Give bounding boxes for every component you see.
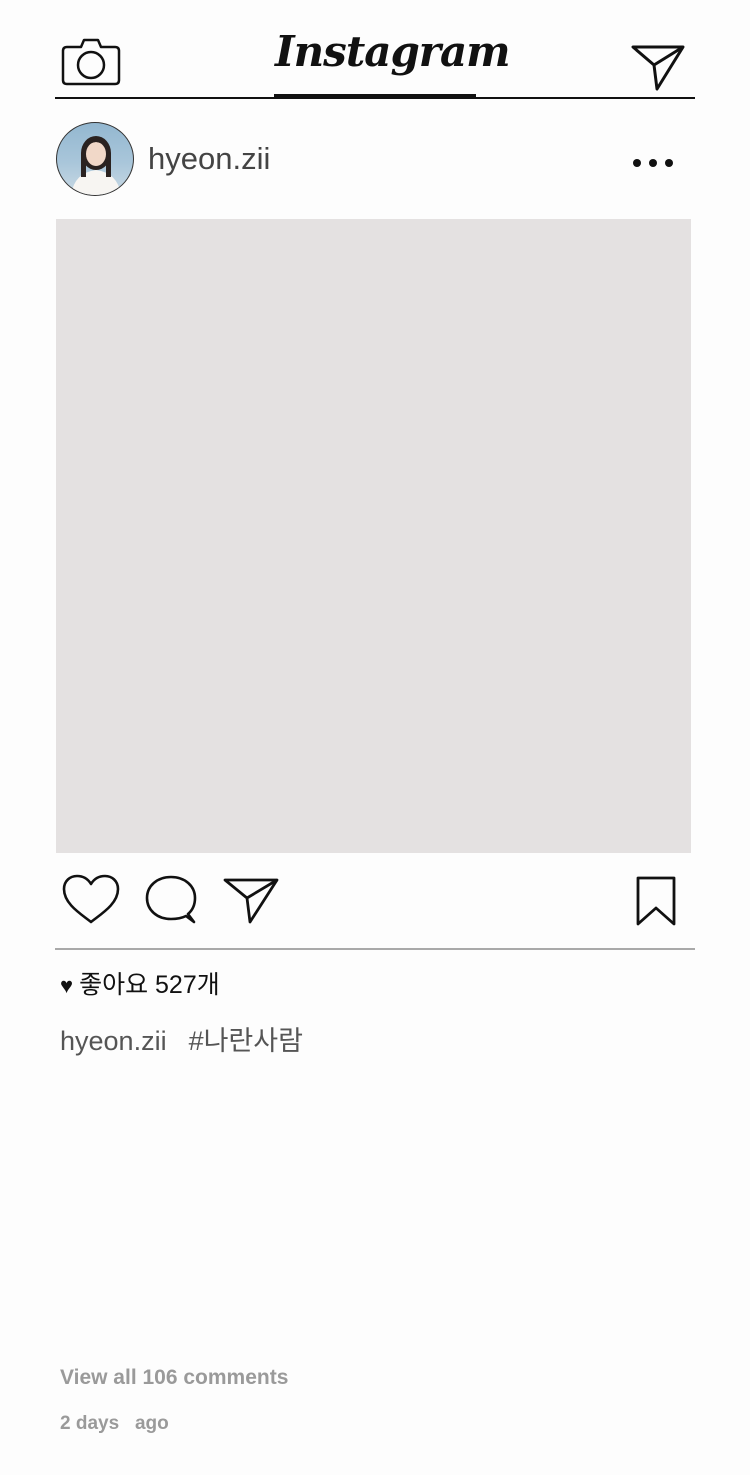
caption: hyeon.zii #나란사람 [60, 1019, 303, 1058]
heart-filled-icon: ♥ [60, 973, 74, 998]
camera-button[interactable] [61, 37, 121, 87]
heart-outline-icon [62, 874, 120, 924]
caption-hashtag[interactable]: #나란사람 [189, 1026, 303, 1056]
save-button[interactable] [635, 875, 677, 927]
header-divider [55, 97, 695, 99]
likes-count[interactable]: ♥ 좋아요 527개 [60, 965, 220, 1001]
post-username[interactable]: hyeon.zii [148, 141, 270, 177]
camera-icon [61, 38, 121, 86]
more-horizontal-icon [633, 159, 673, 167]
comment-button[interactable] [144, 874, 198, 926]
comment-bubble-icon [145, 875, 197, 924]
likes-text: 좋아요 527개 [79, 971, 220, 999]
actions-divider [55, 948, 695, 950]
like-button[interactable] [61, 873, 121, 925]
instagram-logo[interactable]: Instagram [275, 22, 511, 82]
paper-plane-icon [631, 45, 685, 91]
more-options-button[interactable] [630, 150, 676, 176]
bookmark-icon [636, 876, 676, 926]
paper-plane-icon [223, 878, 279, 924]
direct-message-button[interactable] [630, 44, 686, 92]
share-button[interactable] [222, 877, 280, 925]
post-timestamp: 2 days ago [60, 1413, 169, 1434]
avatar[interactable] [56, 122, 134, 196]
view-comments-link[interactable]: View all 106 comments [60, 1366, 288, 1390]
caption-username[interactable]: hyeon.zii [60, 1026, 167, 1056]
post-image[interactable] [56, 219, 691, 853]
